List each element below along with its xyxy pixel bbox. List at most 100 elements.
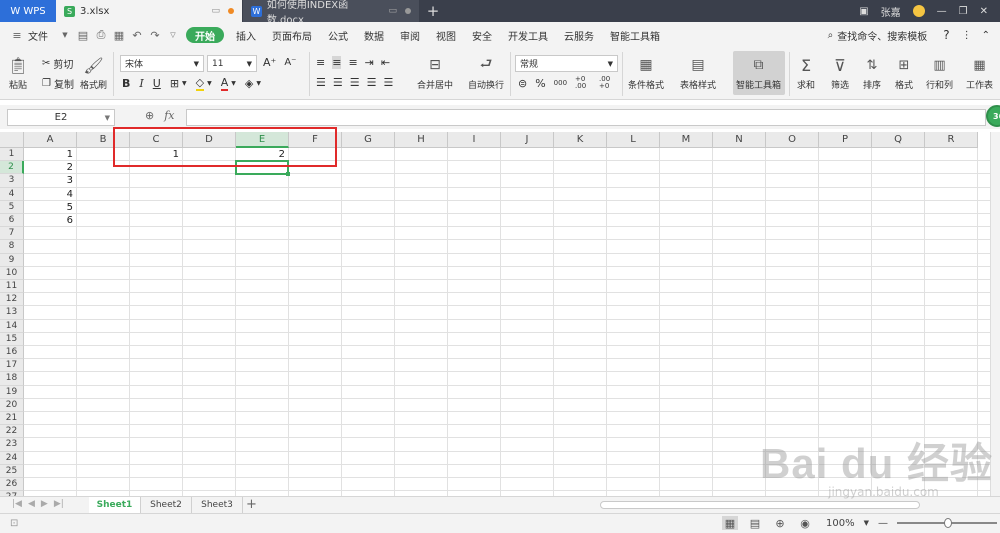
currency-icon[interactable]: ⊜	[518, 77, 527, 90]
column-header-j[interactable]: J	[501, 132, 554, 148]
thousands-button[interactable]: 000	[554, 79, 567, 87]
column-header-r[interactable]: R	[925, 132, 978, 148]
column-header-i[interactable]: I	[448, 132, 501, 148]
column-header-p[interactable]: P	[819, 132, 872, 148]
percent-button[interactable]: %	[535, 77, 545, 90]
column-header-l[interactable]: L	[607, 132, 660, 148]
name-box[interactable]: E2 ▼	[7, 109, 115, 126]
monitor-icon[interactable]: ▭	[388, 6, 397, 16]
format-button[interactable]: ⊞ 格式	[894, 55, 914, 92]
sheet-tab-sheet2[interactable]: Sheet2	[141, 497, 192, 513]
row-header-8[interactable]: 8	[0, 240, 24, 254]
smart-toolbox-button[interactable]: ⧉ 智能工具箱	[736, 55, 781, 91]
cell-a5[interactable]: 5	[24, 201, 73, 214]
redo-icon[interactable]: ↷	[146, 29, 164, 42]
merge-center-button[interactable]: ⊟ 合并居中	[417, 55, 453, 91]
horizontal-scrollbar[interactable]	[600, 501, 920, 509]
menu-tab-home[interactable]: 开始	[186, 27, 224, 43]
column-header-a[interactable]: A	[24, 132, 77, 148]
tab-spreadsheet[interactable]: S 3.xlsx ▭	[56, 0, 242, 22]
save-icon[interactable]: ▤	[74, 29, 92, 42]
chevron-down-icon[interactable]: ▼	[207, 80, 212, 87]
page-break-view-icon[interactable]: ⊕	[772, 516, 788, 530]
next-sheet-icon[interactable]: ▶	[41, 499, 48, 509]
number-format-select[interactable]: 常规 ▼	[515, 55, 618, 72]
menu-tab-smart-toolbox[interactable]: 智能工具箱	[602, 22, 668, 48]
add-sheet-button[interactable]: +	[246, 497, 257, 512]
zoom-value[interactable]: 100%	[826, 518, 855, 529]
paste-button[interactable]: 📋︎ 粘贴	[8, 55, 28, 92]
font-name-select[interactable]: 宋体 ▼	[120, 55, 204, 72]
row-header-22[interactable]: 22	[0, 425, 24, 439]
menu-tab-cloud[interactable]: 云服务	[556, 22, 602, 48]
cell-a2[interactable]: 2	[24, 161, 73, 174]
menu-tab-security[interactable]: 安全	[464, 22, 500, 48]
row-header-11[interactable]: 11	[0, 280, 24, 294]
formula-input[interactable]	[186, 109, 986, 126]
select-all-corner[interactable]	[0, 132, 24, 148]
row-header-21[interactable]: 21	[0, 412, 24, 426]
row-header-3[interactable]: 3	[0, 174, 24, 188]
underline-button[interactable]: U	[153, 77, 161, 90]
fill-handle[interactable]	[286, 172, 290, 177]
help-icon[interactable]: ?	[943, 28, 949, 42]
decrease-font-icon[interactable]: A⁻	[284, 57, 296, 68]
chevron-down-icon[interactable]: ▼	[182, 80, 187, 87]
close-tab-icon[interactable]	[405, 8, 411, 14]
bold-button[interactable]: B	[122, 77, 130, 90]
sort-button[interactable]: ⇅ 排序	[862, 55, 882, 92]
row-header-23[interactable]: 23	[0, 438, 24, 452]
chevron-down-icon[interactable]: ▼	[56, 31, 74, 39]
row-header-14[interactable]: 14	[0, 319, 24, 333]
fx-button[interactable]: fx	[164, 109, 174, 122]
filter-button[interactable]: ⊽ 筛选	[830, 55, 850, 92]
menu-tab-insert[interactable]: 插入	[228, 22, 264, 48]
close-icon[interactable]: ✕	[980, 6, 988, 17]
copy-button[interactable]: ❐ 复制	[42, 76, 74, 91]
hamburger-icon[interactable]: ≡	[8, 29, 26, 42]
align-right-icon[interactable]: ☰	[350, 76, 360, 89]
column-header-o[interactable]: O	[766, 132, 819, 148]
undo-icon[interactable]: ↶	[128, 29, 146, 42]
skin-icon[interactable]: ▣	[859, 6, 868, 17]
chevron-down-icon[interactable]: ▼	[231, 80, 236, 87]
align-left-icon[interactable]: ☰	[316, 76, 326, 89]
menu-tab-developer[interactable]: 开发工具	[500, 22, 556, 48]
table-style-button[interactable]: ▤ 表格样式	[680, 55, 716, 91]
zoom-slider[interactable]	[896, 518, 997, 528]
column-header-g[interactable]: G	[342, 132, 395, 148]
wps-logo[interactable]: W WPS	[0, 0, 56, 22]
sheet-tab-sheet1[interactable]: Sheet1	[89, 497, 141, 513]
more-icon[interactable]: ⋮	[962, 30, 972, 41]
user-name[interactable]: 张嘉	[881, 4, 901, 19]
italic-button[interactable]: I	[139, 77, 143, 90]
row-header-13[interactable]: 13	[0, 306, 24, 320]
column-header-q[interactable]: Q	[872, 132, 925, 148]
unsaved-dot-icon[interactable]	[228, 8, 234, 14]
row-header-19[interactable]: 19	[0, 385, 24, 399]
min-icon[interactable]: —	[937, 6, 947, 17]
column-header-k[interactable]: K	[554, 132, 607, 148]
cell-a3[interactable]: 3	[24, 174, 73, 187]
eye-protection-icon[interactable]: ◉	[797, 516, 813, 530]
first-sheet-icon[interactable]: |◀	[12, 499, 22, 509]
row-header-26[interactable]: 26	[0, 478, 24, 492]
macro-record-icon[interactable]: ⊡	[10, 518, 18, 529]
monitor-icon[interactable]: ▭	[211, 6, 220, 16]
row-header-9[interactable]: 9	[0, 253, 24, 267]
command-search[interactable]: ⌕ 查找命令、搜索模板 ? ⋮ ⌃	[828, 28, 1000, 43]
menu-tab-view[interactable]: 视图	[428, 22, 464, 48]
menu-tab-formula[interactable]: 公式	[320, 22, 356, 48]
distribute-icon[interactable]: ☰	[384, 76, 394, 89]
row-header-6[interactable]: 6	[0, 214, 24, 228]
row-header-24[interactable]: 24	[0, 451, 24, 465]
zoom-search-icon[interactable]: ⊕	[145, 109, 154, 122]
conditional-format-button[interactable]: ▦ 条件格式	[628, 55, 664, 91]
row-header-25[interactable]: 25	[0, 464, 24, 478]
row-header-15[interactable]: 15	[0, 332, 24, 346]
cell-a4[interactable]: 4	[24, 188, 73, 201]
clear-format-icon[interactable]: ◈	[245, 77, 253, 90]
new-tab-button[interactable]: +	[419, 0, 447, 22]
row-column-button[interactable]: ▥ 行和列	[926, 55, 953, 92]
row-header-20[interactable]: 20	[0, 398, 24, 412]
